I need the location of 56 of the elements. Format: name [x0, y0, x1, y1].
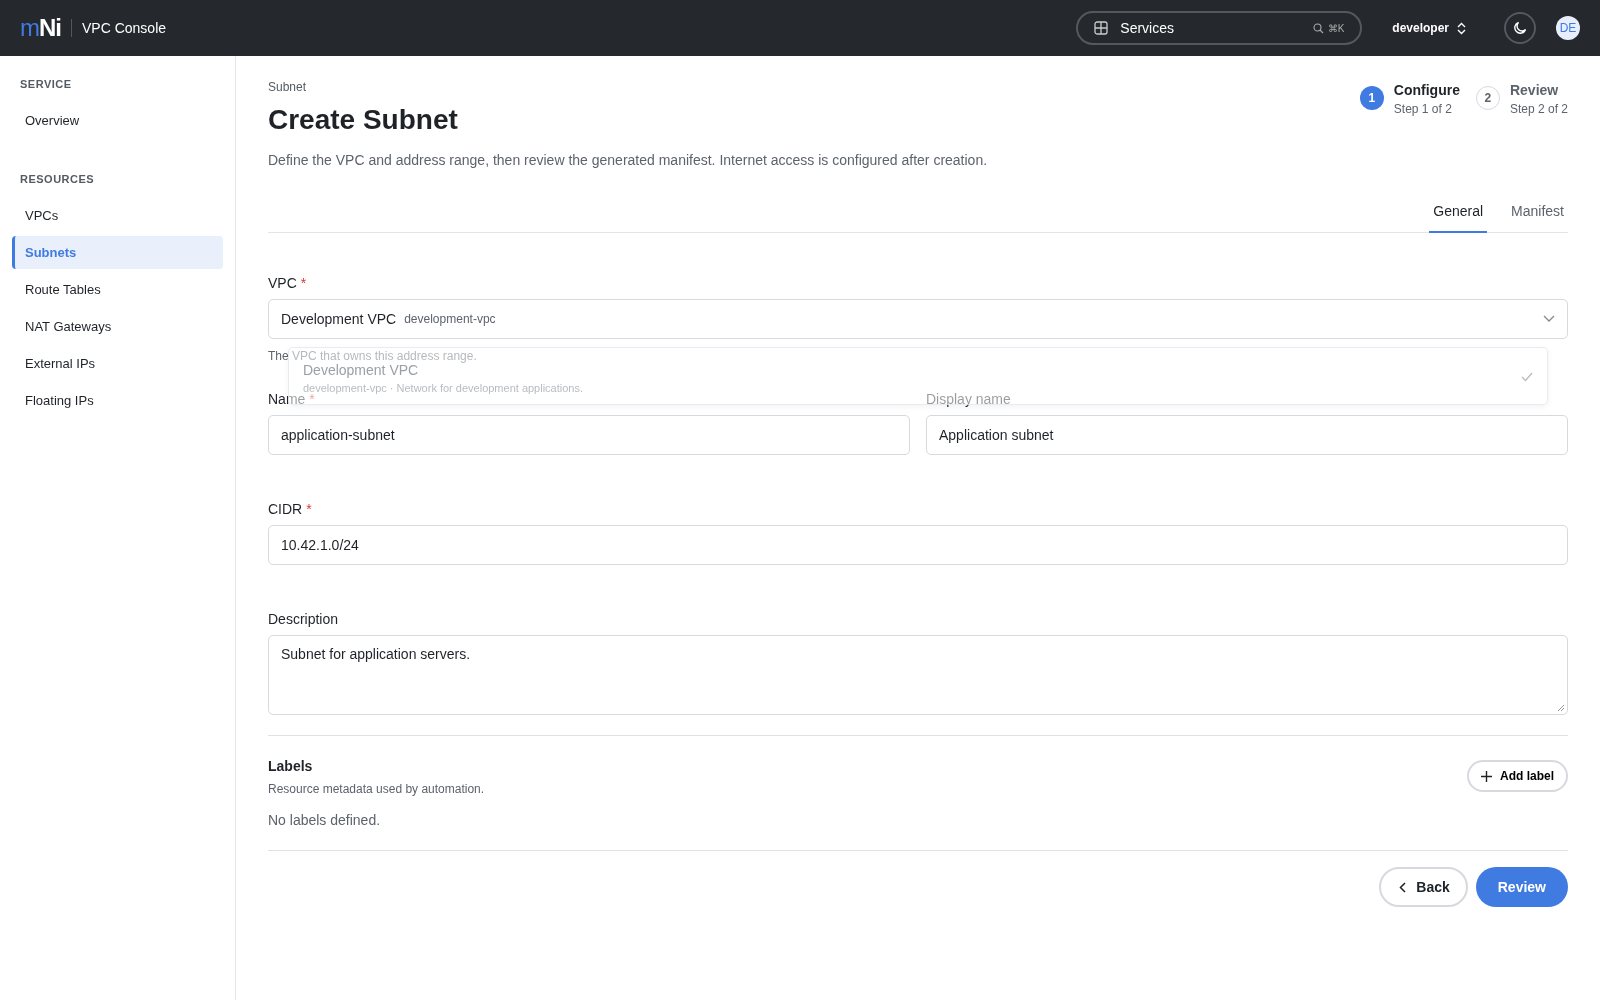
section-title: RESOURCES	[19, 172, 96, 187]
breadcrumb[interactable]: Subnet	[268, 80, 988, 94]
sidebar-item[interactable]: NAT Gateways	[12, 310, 223, 343]
user-avatar[interactable]: DE	[1556, 16, 1580, 40]
shortcut-hint: ⌘K	[1327, 22, 1345, 34]
sidebar-item[interactable]: VPCs	[12, 199, 223, 232]
step-title: Review	[1509, 82, 1560, 98]
page-title: Create Subnet	[268, 104, 459, 136]
field-label: Description	[268, 611, 339, 627]
chevron-left-icon	[1399, 881, 1407, 893]
description-field[interactable]: Subnet for application servers.	[268, 635, 1568, 715]
option-detail: development-vpc · Network for development applications.	[303, 382, 584, 394]
resize-handle-icon[interactable]	[1557, 704, 1565, 712]
text-field[interactable]: 10.42.1.0/24	[268, 525, 1568, 565]
field-label: Name	[268, 391, 306, 407]
step-number: 1	[1359, 86, 1384, 110]
field-label: CIDR	[268, 501, 303, 517]
back-button[interactable]: Back	[1379, 867, 1468, 907]
search-icon	[1312, 22, 1324, 34]
step-number: 2	[1475, 86, 1500, 110]
chevron-down-icon	[1543, 315, 1555, 323]
step-subtitle: Step 1 of 2	[1393, 102, 1453, 116]
services-search[interactable]: Services ⌘K	[1076, 11, 1363, 45]
review-button[interactable]: Review	[1475, 867, 1568, 907]
tab[interactable]: Manifest	[1507, 194, 1568, 233]
sidebar-item[interactable]: Floating IPs	[12, 384, 223, 417]
field-label: VPC	[268, 275, 297, 291]
account-switcher[interactable]: developer	[1392, 21, 1466, 35]
plus-icon	[1481, 770, 1492, 782]
page-description: Define the VPC and address range, then review the generated manifest. Internet access is configured after creation.	[268, 152, 988, 168]
field-label: Display name	[926, 391, 1011, 407]
section-title: SERVICE	[19, 77, 73, 92]
sidebar-item[interactable]: Route Tables	[12, 273, 223, 306]
logo[interactable]: mNi	[20, 14, 61, 42]
vpc-select[interactable]: Development VPC development-vpc	[268, 299, 1568, 339]
theme-toggle[interactable]	[1504, 12, 1536, 44]
sidebar-item[interactable]: Overview	[12, 104, 223, 137]
section-subtitle: Resource metadata used by automation.	[268, 782, 485, 796]
help-text: The VPC that owns this address range.	[268, 349, 478, 363]
moon-icon	[1513, 21, 1527, 35]
sidebar-item[interactable]: Subnets	[12, 236, 223, 269]
required-mark: *	[306, 501, 312, 517]
empty-message: No labels defined.	[268, 812, 382, 828]
text-field[interactable]: application-subnet	[268, 415, 910, 455]
text-field[interactable]: Application subnet	[926, 415, 1568, 455]
step-title: Configure	[1393, 82, 1460, 98]
step-subtitle: Step 2 of 2	[1509, 102, 1568, 116]
add-label-button[interactable]: Add label	[1467, 760, 1568, 792]
sidebar-item[interactable]: External IPs	[12, 347, 223, 380]
required-mark: *	[309, 391, 315, 407]
required-mark: *	[300, 275, 307, 291]
tab[interactable]: General	[1429, 194, 1488, 233]
chevrons-icon	[1457, 21, 1466, 35]
app-name: VPC Console	[82, 20, 167, 36]
section-title: Labels	[268, 758, 314, 774]
grid-icon	[1094, 21, 1109, 35]
